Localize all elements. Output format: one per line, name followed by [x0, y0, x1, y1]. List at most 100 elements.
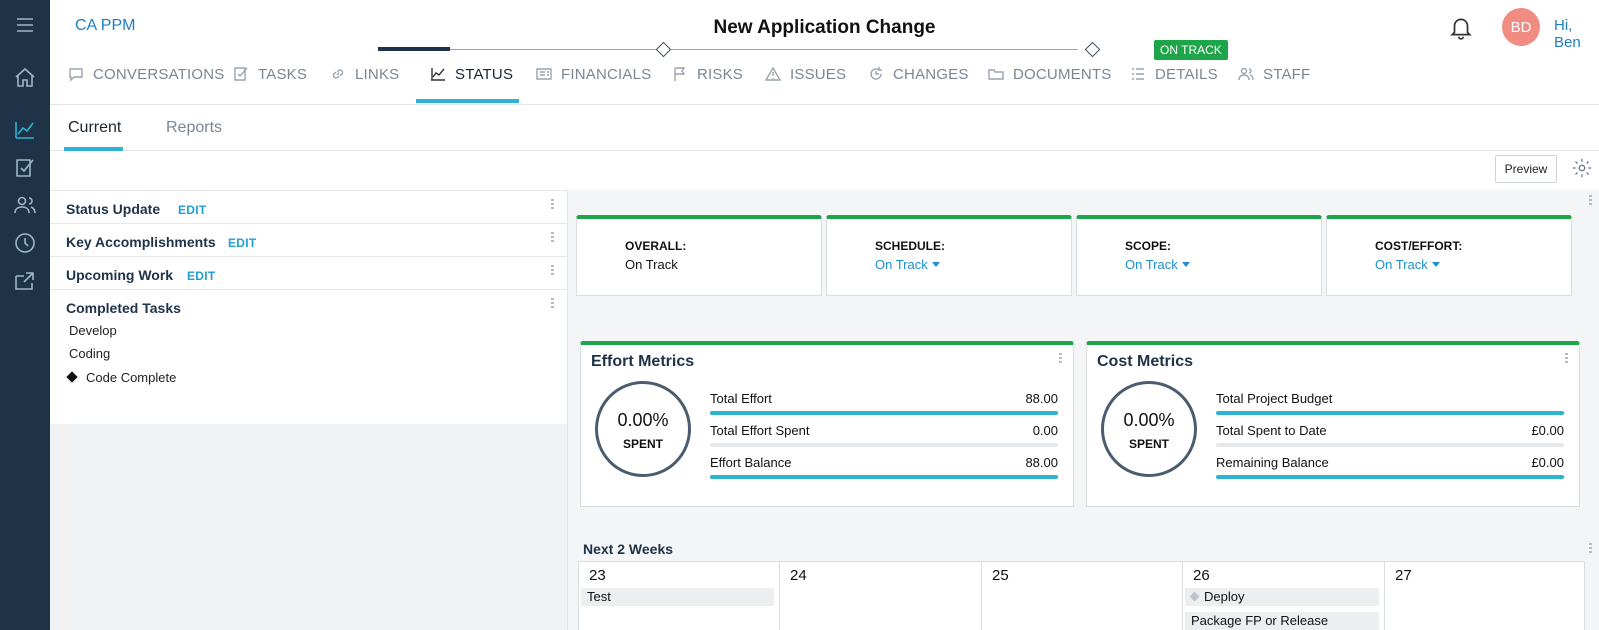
- tab-links[interactable]: LINKS: [330, 66, 399, 105]
- clock-icon[interactable]: [10, 228, 40, 258]
- calendar-event[interactable]: Test: [581, 588, 774, 606]
- metric-bar: [710, 443, 1058, 447]
- menu-icon[interactable]: [10, 10, 40, 40]
- drag-handle-icon[interactable]: [551, 298, 557, 310]
- warning-icon: [764, 66, 783, 84]
- tab-changes[interactable]: CHANGES: [868, 66, 969, 105]
- section-title: Upcoming Work: [66, 267, 174, 283]
- status-dropdown[interactable]: On Track: [1125, 257, 1190, 272]
- subtab-reports[interactable]: Reports: [166, 119, 222, 137]
- active-subtab-indicator: [64, 147, 123, 151]
- status-dropdown[interactable]: On Track: [1375, 257, 1440, 272]
- status-label: COST/EFFORT:: [1375, 239, 1463, 253]
- spent-label: SPENT: [622, 437, 663, 451]
- tab-label: DETAILS: [1155, 66, 1218, 83]
- metric-bar-fill: [710, 411, 1058, 415]
- spent-percent: 0.00%: [617, 410, 669, 430]
- status-update-section: Status Update EDIT: [50, 190, 567, 224]
- status-left-panel: Status Update EDIT Key Accomplishments E…: [50, 190, 567, 630]
- effort-metrics-card: Effort Metrics 0.00% SPENT Total Effort …: [580, 341, 1074, 507]
- changes-icon: [868, 66, 886, 84]
- status-label: SCOPE:: [1125, 239, 1172, 253]
- metric-bar-fill: [710, 475, 1058, 479]
- chart-icon[interactable]: [10, 115, 40, 145]
- milestone-icon: [66, 371, 78, 383]
- gear-icon[interactable]: [1571, 157, 1593, 179]
- status-dropdown[interactable]: On Track: [875, 257, 940, 272]
- calendar-event[interactable]: Package FP or Release: [1185, 612, 1379, 630]
- task-item[interactable]: Code Complete: [86, 370, 176, 385]
- metric-bar: [710, 411, 1058, 415]
- metric-value: 0.00: [1032, 423, 1058, 438]
- status-value: On Track: [625, 257, 678, 272]
- drag-handle-icon[interactable]: [1059, 353, 1065, 365]
- tab-tasks[interactable]: TASKS: [233, 66, 307, 105]
- drag-handle-icon[interactable]: [551, 199, 557, 211]
- task-item[interactable]: Develop: [69, 323, 117, 338]
- metric-bar: [1216, 443, 1564, 447]
- metric-label: Total Effort Spent: [710, 423, 810, 438]
- tab-bar: CONVERSATIONS TASKS LINKS STATUS FINANCI…: [50, 52, 1599, 105]
- milestone-icon: [1189, 591, 1200, 602]
- home-icon[interactable]: [10, 63, 40, 93]
- metric-bar-fill: [1216, 475, 1564, 479]
- checkbox-icon[interactable]: [10, 153, 40, 183]
- flag-icon: [672, 66, 690, 84]
- calendar-day: 23 Test: [579, 562, 780, 630]
- drag-handle-icon[interactable]: [1589, 543, 1595, 555]
- people-icon[interactable]: [10, 190, 40, 220]
- tab-label: LINKS: [355, 66, 400, 83]
- section-title: Next 2 Weeks: [583, 541, 674, 557]
- metric-label: Total Spent to Date: [1216, 423, 1327, 438]
- tab-conversations[interactable]: CONVERSATIONS: [68, 66, 225, 105]
- tab-label: STAFF: [1263, 66, 1311, 83]
- chart-icon: [430, 66, 448, 84]
- avatar[interactable]: BD: [1502, 8, 1540, 46]
- metric-bar: [1216, 411, 1564, 415]
- drag-handle-icon[interactable]: [1589, 195, 1595, 207]
- active-tab-indicator: [416, 99, 519, 103]
- tab-risks[interactable]: RISKS: [672, 66, 743, 105]
- spent-gauge: 0.00% SPENT: [1101, 381, 1197, 477]
- drag-handle-icon[interactable]: [551, 265, 557, 277]
- metric-label: Total Project Budget: [1216, 391, 1333, 406]
- tab-financials[interactable]: FINANCIALS: [536, 66, 651, 105]
- status-value: On Track: [875, 257, 928, 272]
- tab-details[interactable]: DETAILS: [1130, 66, 1218, 105]
- edit-link[interactable]: EDIT: [178, 203, 207, 217]
- tab-label: CONVERSATIONS: [93, 66, 225, 83]
- tab-label: FINANCIALS: [561, 66, 652, 83]
- cost-metrics-card: Cost Metrics 0.00% SPENT Total Project B…: [1086, 341, 1580, 507]
- subtab-bar: Current Reports: [50, 105, 1599, 151]
- tab-documents[interactable]: DOCUMENTS: [988, 66, 1111, 105]
- preview-button[interactable]: Preview: [1495, 155, 1557, 183]
- section-title: Status Update: [66, 201, 161, 217]
- calendar-day: 24: [780, 562, 982, 630]
- metric-value: 88.00: [1025, 455, 1058, 470]
- export-icon[interactable]: [10, 266, 40, 296]
- edit-link[interactable]: EDIT: [228, 236, 257, 250]
- drag-handle-icon[interactable]: [1565, 353, 1571, 365]
- spent-gauge: 0.00% SPENT: [595, 381, 691, 477]
- task-item[interactable]: Coding: [69, 346, 110, 361]
- subtab-current[interactable]: Current: [68, 119, 121, 137]
- section-title: Key Accomplishments: [66, 234, 216, 250]
- caret-down-icon: [1431, 262, 1440, 267]
- tab-issues[interactable]: ISSUES: [764, 66, 846, 105]
- user-greeting[interactable]: Hi, Ben: [1554, 17, 1599, 51]
- app-name[interactable]: CA PPM: [75, 17, 135, 35]
- cost-effort-status-card: COST/EFFORT: On Track: [1326, 215, 1572, 296]
- left-sidebar: [0, 0, 50, 630]
- metric-value: £0.00: [1531, 455, 1564, 470]
- tab-label: DOCUMENTS: [1013, 66, 1112, 83]
- day-number: 24: [790, 567, 807, 584]
- page-title: New Application Change: [713, 17, 936, 38]
- drag-handle-icon[interactable]: [551, 232, 557, 244]
- calendar-event[interactable]: Deploy: [1185, 588, 1379, 606]
- tab-staff[interactable]: STAFF: [1238, 66, 1310, 105]
- metric-bar: [1216, 475, 1564, 479]
- edit-link[interactable]: EDIT: [187, 269, 216, 283]
- bell-icon[interactable]: [1448, 14, 1474, 40]
- comment-icon: [68, 66, 86, 84]
- metric-value: £0.00: [1531, 423, 1564, 438]
